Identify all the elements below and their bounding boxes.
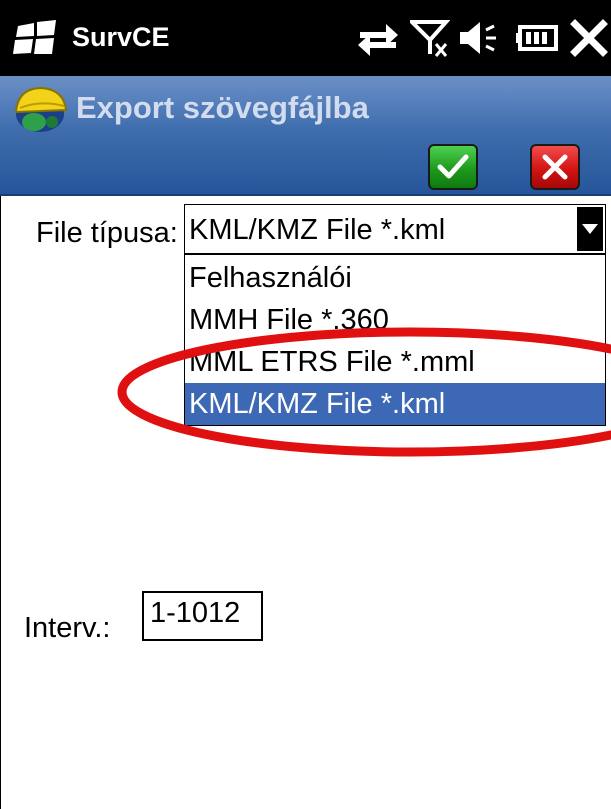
cancel-button[interactable] [530,144,580,190]
helmet-icon [14,86,68,132]
ok-button[interactable] [428,144,478,190]
connectivity-arrows-icon[interactable] [356,18,400,58]
option-mml-etrs-file[interactable]: MML ETRS File *.mml [185,341,605,383]
dialog-header: Export szövegfájlba [0,76,611,196]
file-type-label: File típusa: [36,217,178,249]
option-felhasznaloi[interactable]: Felhasználói [185,257,605,299]
option-kml-kmz-file[interactable]: KML/KMZ File *.kml [185,383,605,425]
app-name: SurvCE [72,22,170,52]
page-title: Export szövegfájlba [76,90,369,125]
dropdown-arrow[interactable] [577,207,603,251]
option-mmh-file[interactable]: MMH File *.360 [185,299,605,341]
file-type-dropdown-list: Felhasználói MMH File *.360 MML ETRS Fil… [184,254,606,426]
speaker-icon[interactable] [458,18,498,58]
checkmark-icon [437,154,469,179]
close-icon[interactable] [570,18,608,58]
chevron-down-icon [582,224,598,234]
file-type-select[interactable]: KML/KMZ File *.kml [184,204,606,254]
windows-logo-icon[interactable] [12,20,60,56]
no-signal-icon[interactable] [410,18,450,58]
status-bar: SurvCE [0,0,611,76]
interval-label: Interv.: [24,612,111,644]
battery-icon[interactable] [516,18,562,58]
interval-input[interactable]: 1-1012 [142,591,263,641]
file-type-value: KML/KMZ File *.kml [189,214,446,246]
x-icon [542,154,568,180]
